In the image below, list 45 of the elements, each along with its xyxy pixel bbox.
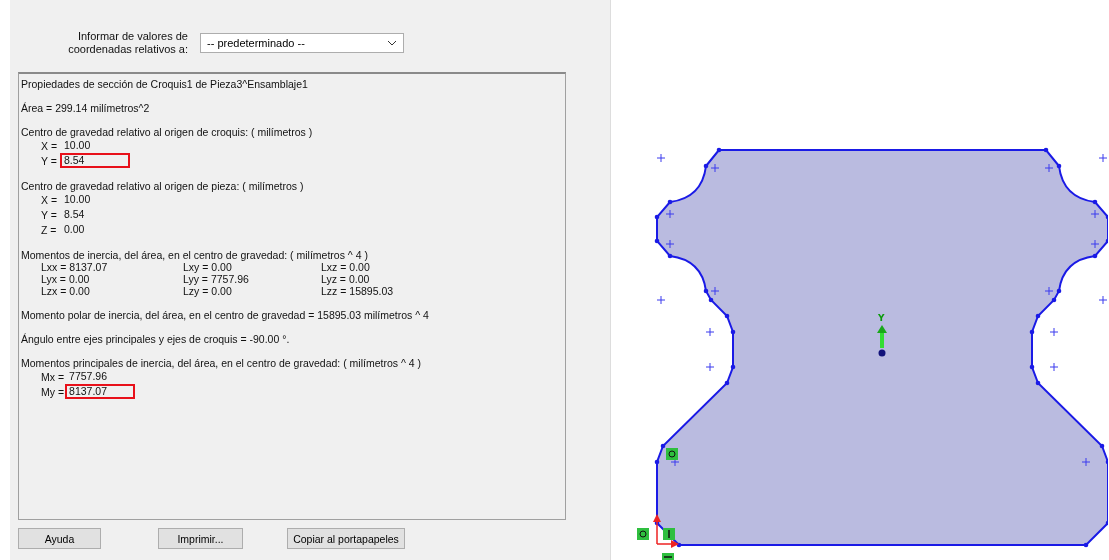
dialog-button[interactable]: Ayuda bbox=[18, 528, 101, 549]
report-heading: Centro de gravedad relativo al origen de croquis: ( milímetros ) bbox=[21, 126, 314, 138]
report-title: Propiedades de sección de Croquis1 de Pieza3^Ensamblaje1 bbox=[21, 78, 309, 90]
report-heading: Centro de gravedad relativo al origen de pieza: ( milímetros ) bbox=[21, 180, 305, 192]
value-label: X = bbox=[41, 139, 59, 152]
dialog-button[interactable]: Copiar al portapapeles bbox=[287, 528, 405, 549]
property-value: 0.00 bbox=[63, 222, 86, 237]
inertia-value: Lxy = 0.00 bbox=[183, 261, 233, 273]
report-heading: Momentos principales de inercia, del área, en el centro de gravedad: ( milímetros ^ 4 ) bbox=[21, 357, 423, 369]
value-label: Y = bbox=[41, 154, 58, 167]
inertia-value: Lyy = 7757.96 bbox=[183, 273, 250, 285]
inertia-value: Lxx = 8137.07 bbox=[41, 261, 109, 273]
value-label: Y = bbox=[41, 208, 58, 221]
report-heading: Momentos de inercia, del área, en el centro de gravedad: ( milímetros ^ 4 ) bbox=[21, 249, 369, 261]
coordinates-dropdown[interactable]: -- predeterminado -- bbox=[200, 33, 404, 53]
property-value: 10.00 bbox=[63, 138, 92, 153]
field-label: Informar de valores de coordenadas relativos a: bbox=[67, 30, 188, 56]
inertia-value: Lzy = 0.00 bbox=[183, 285, 233, 297]
inertia-value: Lxz = 0.00 bbox=[321, 261, 371, 273]
horizontal-relation-icon bbox=[662, 553, 674, 560]
property-value: 8.54 bbox=[60, 153, 130, 168]
report-heading: Área = 299.14 milímetros^2 bbox=[21, 102, 151, 114]
value-label: Z = bbox=[41, 223, 58, 236]
report-heading: Ángulo entre ejes principales y ejes de croquis = -90.00 °. bbox=[21, 333, 291, 345]
value-label: Mx = bbox=[41, 370, 65, 383]
axis-label: Y bbox=[878, 313, 885, 323]
inertia-value: Lyz = 0.00 bbox=[321, 273, 371, 285]
center-of-mass-icon bbox=[878, 349, 886, 357]
relation-icon bbox=[666, 448, 678, 460]
dialog-button[interactable]: Imprimir... bbox=[158, 528, 243, 549]
chevron-icon bbox=[387, 40, 397, 46]
inertia-value: Lzz = 15895.03 bbox=[321, 285, 395, 297]
property-value: 7757.96 bbox=[68, 369, 108, 384]
property-value: 8137.07 bbox=[65, 384, 136, 399]
property-value: 10.00 bbox=[63, 192, 92, 207]
y-axis-arrow bbox=[877, 325, 887, 348]
relation-icon bbox=[637, 528, 649, 540]
value-label: X = bbox=[41, 193, 59, 206]
property-value: 8.54 bbox=[63, 207, 86, 222]
inertia-value: Lzx = 0.00 bbox=[41, 285, 91, 297]
origin-axes-icon bbox=[653, 514, 679, 548]
value-label: My = bbox=[41, 385, 65, 398]
vertical-relation-icon bbox=[663, 528, 675, 540]
report-heading: Momento polar de inercia, del área, en el centro de gravedad = 15895.03 milímetros ^ 4 bbox=[21, 309, 430, 321]
inertia-value: Lyx = 0.00 bbox=[41, 273, 91, 285]
